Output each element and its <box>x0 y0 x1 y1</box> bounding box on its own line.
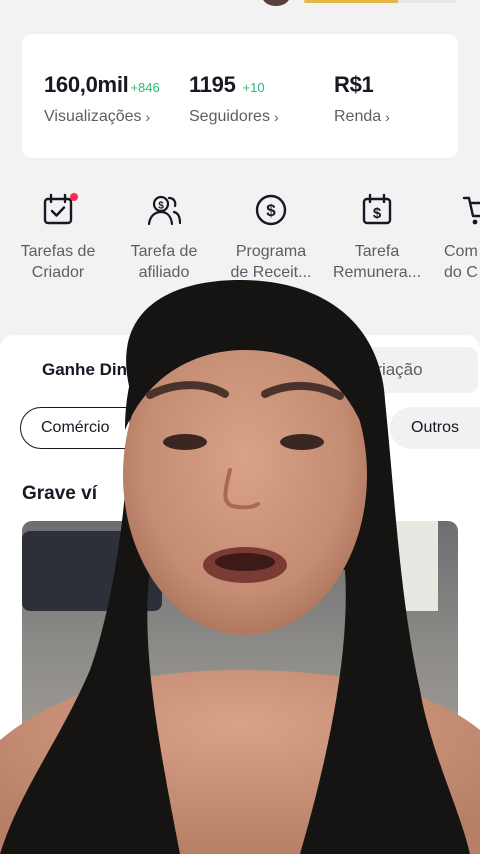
tool-label: Com do C <box>444 243 478 281</box>
video-card-thumbnail[interactable] <box>22 521 458 854</box>
income-value: R$1 <box>334 72 374 97</box>
views-value: 160,0mil <box>44 72 129 97</box>
income-stat[interactable]: R$1 Renda › <box>334 72 390 126</box>
tab-label: Ganhe Din <box>42 360 128 379</box>
earn-money-sheet: Ganhe Din Criação Comércio Outros Grave … <box>0 335 480 854</box>
followers-delta: +10 <box>242 80 265 95</box>
followers-stat[interactable]: 1195 +10 Seguidores › <box>189 72 279 126</box>
tool-label: Tarefas de Criador <box>20 243 96 281</box>
creator-tools-row: Tarefas de Criador $ Tarefa de afiliado … <box>0 190 480 300</box>
tool-affiliate-task[interactable]: $ Tarefa de afiliado <box>114 190 214 283</box>
tool-label: Programa de Receit... <box>230 243 312 281</box>
tab-earn-money[interactable]: Ganhe Din <box>22 347 292 393</box>
shopping-cart-icon <box>460 190 480 230</box>
level-progress-bar <box>304 0 456 3</box>
affiliate-people-icon: $ <box>144 190 184 230</box>
storefront-sign-image <box>394 521 438 611</box>
top-bar <box>0 0 480 10</box>
tool-label: Tarefa de afiliado <box>130 243 198 281</box>
dollar-circle-icon: $ <box>251 190 291 230</box>
income-label: Renda <box>334 108 382 125</box>
tool-creator-tasks[interactable]: Tarefas de Criador <box>8 190 108 283</box>
followers-value: 1195 <box>189 72 236 97</box>
svg-text:$: $ <box>158 201 164 212</box>
views-stat[interactable]: 160,0mil +846 Visualizações › <box>44 72 160 126</box>
views-label: Visualizações <box>44 108 142 125</box>
calendar-dollar-icon: $ <box>357 190 397 230</box>
section-title: Grave ví <box>22 483 97 504</box>
tool-paid-task[interactable]: $ Tarefa Remunera... <box>327 190 427 283</box>
segment-tabs: Ganhe Din Criação <box>22 347 478 393</box>
tool-revenue-program[interactable]: $ Programa de Receit... <box>221 190 321 283</box>
views-delta: +846 <box>130 80 160 95</box>
tool-commerce[interactable]: Com do C <box>432 190 480 283</box>
tab-label: Criação <box>364 360 423 379</box>
chip-others[interactable]: Outros <box>390 407 480 449</box>
chevron-right-icon: › <box>273 109 279 125</box>
car-image <box>22 531 162 611</box>
chip-commerce[interactable]: Comércio <box>20 407 230 449</box>
tool-label: Tarefa Remunera... <box>332 243 422 281</box>
tab-creation[interactable]: Criação <box>352 347 478 393</box>
chevron-right-icon: › <box>385 109 390 125</box>
profile-avatar[interactable] <box>262 0 290 6</box>
followers-label: Seguidores <box>189 108 270 125</box>
category-chips: Comércio Outros <box>0 407 480 451</box>
svg-text:$: $ <box>373 205 382 222</box>
svg-text:$: $ <box>266 201 276 220</box>
stats-card: 160,0mil +846 Visualizações › 1195 +10 S… <box>22 34 458 158</box>
chevron-right-icon: › <box>145 109 151 125</box>
level-progress-fill <box>304 0 399 3</box>
calendar-check-icon <box>38 190 78 230</box>
notification-badge <box>70 193 78 201</box>
